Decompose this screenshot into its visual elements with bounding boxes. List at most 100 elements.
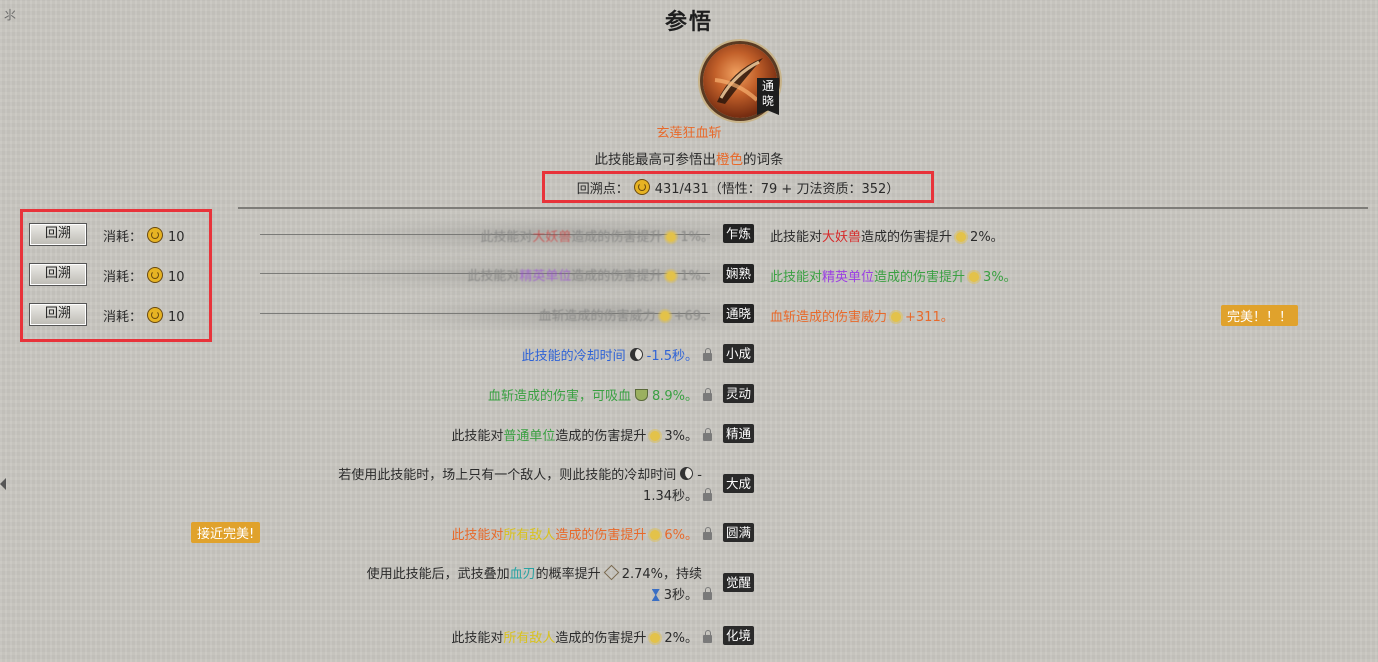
sun-icon (650, 530, 661, 540)
affix-text-b: 造成的伤害提升 (555, 528, 647, 543)
sun-icon (650, 431, 661, 441)
new-affix: 此技能对大妖兽造成的伤害提升 2%。 (770, 226, 1004, 245)
old-affix-highlight: 大妖兽 (532, 230, 572, 245)
cost-value: 10 (168, 270, 185, 285)
tier-tag: 精通 (723, 424, 755, 443)
locked-affix: 此技能对普通单位造成的伤害提升 3%。 (451, 425, 714, 444)
swirl-icon (147, 227, 164, 243)
new-affix-highlight: 大妖兽 (822, 230, 862, 245)
tier-tag: 大成 (723, 474, 755, 493)
reroll-points-panel: 回溯点： 431/431（悟性：79 + 刀法资质：352） (542, 171, 934, 203)
lock-icon (703, 587, 712, 600)
affix-highlight: 血刃 (509, 567, 536, 582)
old-affix-value: +69。 (673, 309, 714, 324)
lock-icon (703, 428, 712, 441)
affix-value: 8.9%。 (651, 389, 698, 404)
sun-icon (969, 272, 980, 282)
tier-tag: 娴熟 (723, 264, 755, 283)
desc-before: 此技能最高可参悟出 (594, 152, 717, 168)
reroll-button[interactable]: 回溯 (29, 303, 87, 326)
affix-text-b: 造成的伤害提升 (555, 429, 647, 444)
new-affix-a: 此技能对 (770, 270, 823, 285)
lock-icon (703, 488, 712, 501)
cost-label: 消耗： (103, 310, 143, 325)
swirl-icon (147, 267, 164, 283)
divider (238, 207, 1368, 209)
affix-value: 2%。 (664, 631, 698, 646)
reroll-cost: 消耗： 10 (103, 306, 185, 325)
locked-affix: 使用此技能后，武技叠加血刃的概率提升 2.74%，持续 3秒。 (367, 564, 714, 606)
affix-highlight: 所有敌人 (503, 631, 556, 646)
tier-tag: 化境 (723, 626, 755, 645)
rank-badge: 通晓 (757, 78, 779, 115)
reroll-cost: 消耗： 10 (103, 266, 185, 285)
new-affix: 此技能对精英单位造成的伤害提升 3%。 (770, 266, 1017, 285)
moon-icon (629, 348, 643, 361)
cost-value: 10 (168, 310, 185, 325)
affix-text-a: 此技能对 (451, 429, 504, 444)
moon-icon (680, 467, 694, 480)
locked-affix: 若使用此技能时，场上只有一个敌人，则此技能的冷却时间 - 1.34秒。 (338, 465, 714, 507)
affix-line2: 1.34秒。 (643, 489, 698, 504)
desc-highlight: 橙色 (716, 152, 743, 168)
cost-value: 10 (168, 230, 185, 245)
sun-icon (659, 311, 670, 321)
old-affix: 此技能对精英单位造成的伤害提升 1%。 (467, 265, 714, 284)
affix-text: 血斩造成的伤害，可吸血 (487, 389, 631, 404)
affix-line2: 3秒。 (663, 588, 698, 603)
reroll-button[interactable]: 回溯 (29, 223, 87, 246)
swirl-icon (633, 179, 650, 195)
old-affix-b: 造成的伤害提升 (571, 230, 663, 245)
lock-icon (703, 527, 712, 540)
perfect-badge: 完美！！！ (1221, 305, 1299, 326)
old-affix-value: 1%。 (680, 230, 714, 245)
tier-tag: 小成 (723, 344, 755, 363)
old-affix-value: 1%。 (680, 269, 714, 284)
rank-badge-text: 通晓 (762, 79, 775, 108)
old-affix-a: 此技能对 (467, 269, 520, 284)
page-title: 参悟 (664, 10, 713, 35)
sun-icon (666, 232, 677, 242)
swirl-icon (147, 307, 164, 323)
points-value: 431/431（悟性：79 + 刀法资质：352） (654, 181, 900, 197)
hourglass-icon (651, 589, 660, 601)
locked-affix: 此技能对所有敌人造成的伤害提升 6%。 (451, 524, 714, 543)
new-affix-a: 此技能对 (770, 230, 823, 245)
affix-value: 6%。 (664, 528, 698, 543)
collapse-arrow-icon[interactable] (0, 478, 6, 490)
old-affix: 血斩造成的伤害威力 +69。 (539, 305, 714, 324)
affix-line1-value: 2.74%，持续 (621, 567, 702, 582)
skill-description: 此技能最高可参悟出橙色的词条 (0, 148, 1378, 168)
old-affix-b: 血斩造成的伤害威力 (538, 309, 656, 324)
affix-line1-b: 的概率提升 (535, 567, 601, 582)
locked-affix: 血斩造成的伤害，可吸血 8.9%。 (488, 385, 714, 404)
tier-tag: 圆满 (723, 523, 755, 542)
sun-icon (650, 633, 661, 643)
new-affix-b: 造成的伤害提升 (861, 230, 953, 245)
desc-after: 的词条 (743, 152, 784, 168)
tier-tag: 灵动 (723, 384, 755, 403)
affix-highlight: 所有敌人 (503, 528, 556, 543)
new-affix-value: 3%。 (983, 270, 1017, 285)
new-affix-value: 2%。 (970, 230, 1004, 245)
new-affix-highlight: 精英单位 (822, 270, 875, 285)
affix-text-a: 此技能对 (451, 631, 504, 646)
tier-tag: 觉醒 (723, 573, 755, 592)
old-affix-highlight: 精英单位 (519, 269, 572, 284)
affix-value: 3%。 (664, 429, 698, 444)
old-affix-b: 造成的伤害提升 (571, 269, 663, 284)
tier-tag: 通晓 (723, 304, 755, 323)
new-affix-b: 血斩造成的伤害威力 (770, 310, 888, 325)
near-perfect-badge: 接近完美! (191, 522, 261, 543)
reroll-button[interactable]: 回溯 (29, 263, 87, 286)
affix-text-b: 造成的伤害提升 (555, 631, 647, 646)
locked-affix: 此技能对所有敌人造成的伤害提升 2%。 (451, 627, 714, 646)
sun-icon (891, 312, 902, 322)
old-affix: 此技能对大妖兽造成的伤害提升 1%。 (480, 226, 714, 245)
potion-icon (634, 389, 648, 401)
tier-tag: 乍炼 (723, 224, 755, 243)
affix-line1: 若使用此技能时，场上只有一个敌人，则此技能的冷却时间 (338, 468, 677, 483)
lock-icon (703, 630, 712, 643)
cost-label: 消耗： (103, 230, 143, 245)
sun-icon (956, 232, 967, 242)
